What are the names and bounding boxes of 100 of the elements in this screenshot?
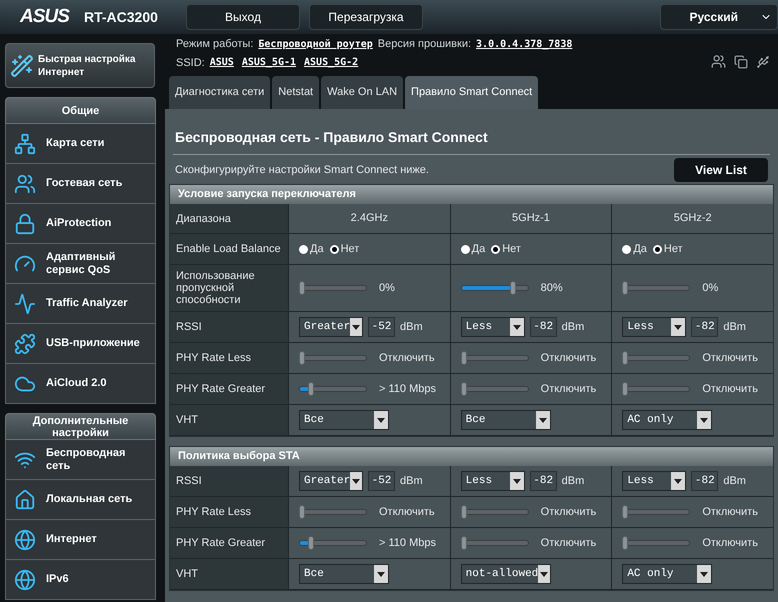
slider-thumb[interactable] bbox=[622, 382, 628, 396]
slider-thumb[interactable] bbox=[308, 382, 314, 396]
tab[interactable]: Диагностика сети bbox=[169, 76, 270, 109]
radio-icon[interactable] bbox=[622, 244, 632, 254]
slider-track[interactable] bbox=[622, 281, 690, 295]
slider-thumb[interactable] bbox=[308, 536, 314, 550]
unit-label: dBm bbox=[400, 474, 423, 489]
sidebar-item[interactable]: Карта сети bbox=[5, 124, 156, 164]
ssid-link[interactable]: ASUS_5G-1 bbox=[242, 55, 296, 70]
slider-track[interactable] bbox=[460, 505, 529, 519]
header-button[interactable]: Перезагрузка bbox=[309, 4, 423, 30]
dropdown[interactable]: AC only bbox=[622, 564, 712, 584]
header-button[interactable]: Выход bbox=[186, 4, 300, 30]
dropdown[interactable]: Greater bbox=[299, 317, 363, 337]
unit-label: dBm bbox=[723, 474, 746, 489]
slider-track[interactable] bbox=[622, 351, 690, 365]
dropdown[interactable]: AC only bbox=[622, 410, 712, 430]
slider-track[interactable] bbox=[299, 505, 367, 519]
slider-thumb[interactable] bbox=[460, 351, 467, 365]
row-label: VHT bbox=[170, 559, 288, 590]
ssid-link[interactable]: ASUS bbox=[210, 55, 234, 70]
mode-link[interactable]: Беспроводной роутер bbox=[258, 36, 373, 52]
sidebar-item[interactable]: Беспроводная сеть bbox=[5, 440, 156, 480]
slider-thumb[interactable] bbox=[622, 505, 628, 519]
firmware-label: Версия прошивки: bbox=[378, 37, 472, 52]
sidebar-item[interactable]: IPv6 bbox=[5, 560, 156, 600]
radio-icon[interactable] bbox=[330, 244, 339, 254]
slider-thumb[interactable] bbox=[299, 281, 305, 295]
unit-label: dBm bbox=[723, 320, 746, 335]
sidebar-item[interactable]: Локальная сеть bbox=[5, 480, 156, 520]
slider-track[interactable] bbox=[299, 536, 367, 550]
slider-thumb[interactable] bbox=[622, 536, 628, 550]
slider-track[interactable] bbox=[460, 382, 529, 396]
slider-track[interactable] bbox=[299, 382, 367, 396]
radio-option[interactable]: Да bbox=[622, 240, 647, 258]
rssi-input[interactable]: -52 bbox=[368, 471, 395, 491]
chart-line-icon bbox=[14, 292, 36, 314]
sidebar-item[interactable]: Traffic Analyzer bbox=[5, 284, 156, 324]
dropdown[interactable]: Less bbox=[460, 317, 525, 337]
row-label: VHT bbox=[170, 405, 288, 436]
slider-track[interactable] bbox=[460, 536, 529, 550]
sidebar-item[interactable]: Интернет bbox=[5, 520, 156, 560]
dropdown[interactable]: Все bbox=[299, 410, 389, 430]
dropdown[interactable]: Greater bbox=[299, 471, 363, 491]
radio-icon[interactable] bbox=[491, 244, 500, 254]
radio-icon[interactable] bbox=[460, 244, 470, 254]
radio-option[interactable]: Да bbox=[299, 240, 324, 258]
unit-label: dBm bbox=[562, 474, 584, 489]
slider-track[interactable] bbox=[622, 505, 690, 519]
dropdown[interactable]: Less bbox=[460, 471, 525, 491]
radio-icon[interactable] bbox=[652, 244, 662, 254]
rssi-input[interactable]: -82 bbox=[691, 471, 718, 491]
slider-track[interactable] bbox=[622, 536, 690, 550]
tab[interactable]: Wake On LAN bbox=[321, 76, 404, 109]
rssi-input[interactable]: -82 bbox=[530, 471, 557, 491]
slider-track[interactable] bbox=[622, 382, 690, 396]
slider-thumb[interactable] bbox=[460, 382, 467, 396]
radio-option[interactable]: Нет bbox=[652, 240, 683, 258]
slider-thumb[interactable] bbox=[510, 281, 516, 295]
sidebar-item[interactable]: USB-приложение bbox=[5, 324, 156, 364]
slider-thumb[interactable] bbox=[622, 351, 628, 365]
dropdown[interactable]: Все bbox=[460, 410, 551, 430]
radio-option[interactable]: Нет bbox=[330, 240, 360, 258]
slider-thumb[interactable] bbox=[460, 536, 467, 550]
ssid-link[interactable]: ASUS_5G-2 bbox=[304, 55, 358, 70]
language-dropdown[interactable]: Русский bbox=[660, 4, 778, 30]
radio-option[interactable]: Да bbox=[460, 240, 486, 258]
dropdown[interactable]: not-allowed bbox=[460, 564, 551, 584]
section-header: Условие запуска переключателя bbox=[170, 185, 773, 204]
sidebar-item[interactable]: AiCloud 2.0 bbox=[5, 364, 156, 404]
slider-track[interactable] bbox=[299, 351, 367, 365]
rssi-input[interactable]: -82 bbox=[530, 317, 557, 337]
dropdown[interactable]: Все bbox=[299, 564, 389, 584]
sidebar-item[interactable]: Адаптивный сервис QoS bbox=[5, 244, 156, 284]
row-label: PHY Rate Greater bbox=[170, 528, 288, 559]
slider-track[interactable] bbox=[299, 281, 367, 295]
tab[interactable]: Netstat bbox=[272, 76, 320, 109]
tab[interactable]: Правило Smart Connect bbox=[405, 76, 538, 109]
radio-icon[interactable] bbox=[299, 244, 308, 254]
sidebar-item[interactable]: Гостевая сеть bbox=[5, 164, 156, 204]
slider-thumb[interactable] bbox=[622, 281, 628, 295]
rssi-input[interactable]: -52 bbox=[368, 317, 395, 337]
quick-setup-button[interactable]: Быстрая настройка Интернет bbox=[5, 43, 155, 88]
row-label: RSSI bbox=[170, 312, 288, 343]
slider-thumb[interactable] bbox=[460, 505, 467, 519]
radio-option[interactable]: Нет bbox=[491, 240, 521, 258]
dropdown[interactable]: Less bbox=[622, 471, 686, 491]
section-header: Политика выбора STA bbox=[170, 447, 773, 466]
slider-thumb[interactable] bbox=[299, 505, 305, 519]
row-label: Использование пропускной способности bbox=[170, 265, 288, 312]
slider-track[interactable] bbox=[460, 281, 529, 295]
magic-wand-icon bbox=[10, 54, 34, 78]
slider-value: > 110 Mbps bbox=[379, 382, 436, 397]
dropdown[interactable]: Less bbox=[622, 317, 686, 337]
slider-track[interactable] bbox=[460, 351, 529, 365]
firmware-link[interactable]: 3.0.0.4.378_7838 bbox=[476, 36, 572, 52]
rssi-input[interactable]: -82 bbox=[691, 317, 718, 337]
view-list-button[interactable]: View List bbox=[674, 158, 768, 182]
sidebar-item[interactable]: AiProtection bbox=[5, 204, 156, 244]
slider-thumb[interactable] bbox=[299, 351, 305, 365]
